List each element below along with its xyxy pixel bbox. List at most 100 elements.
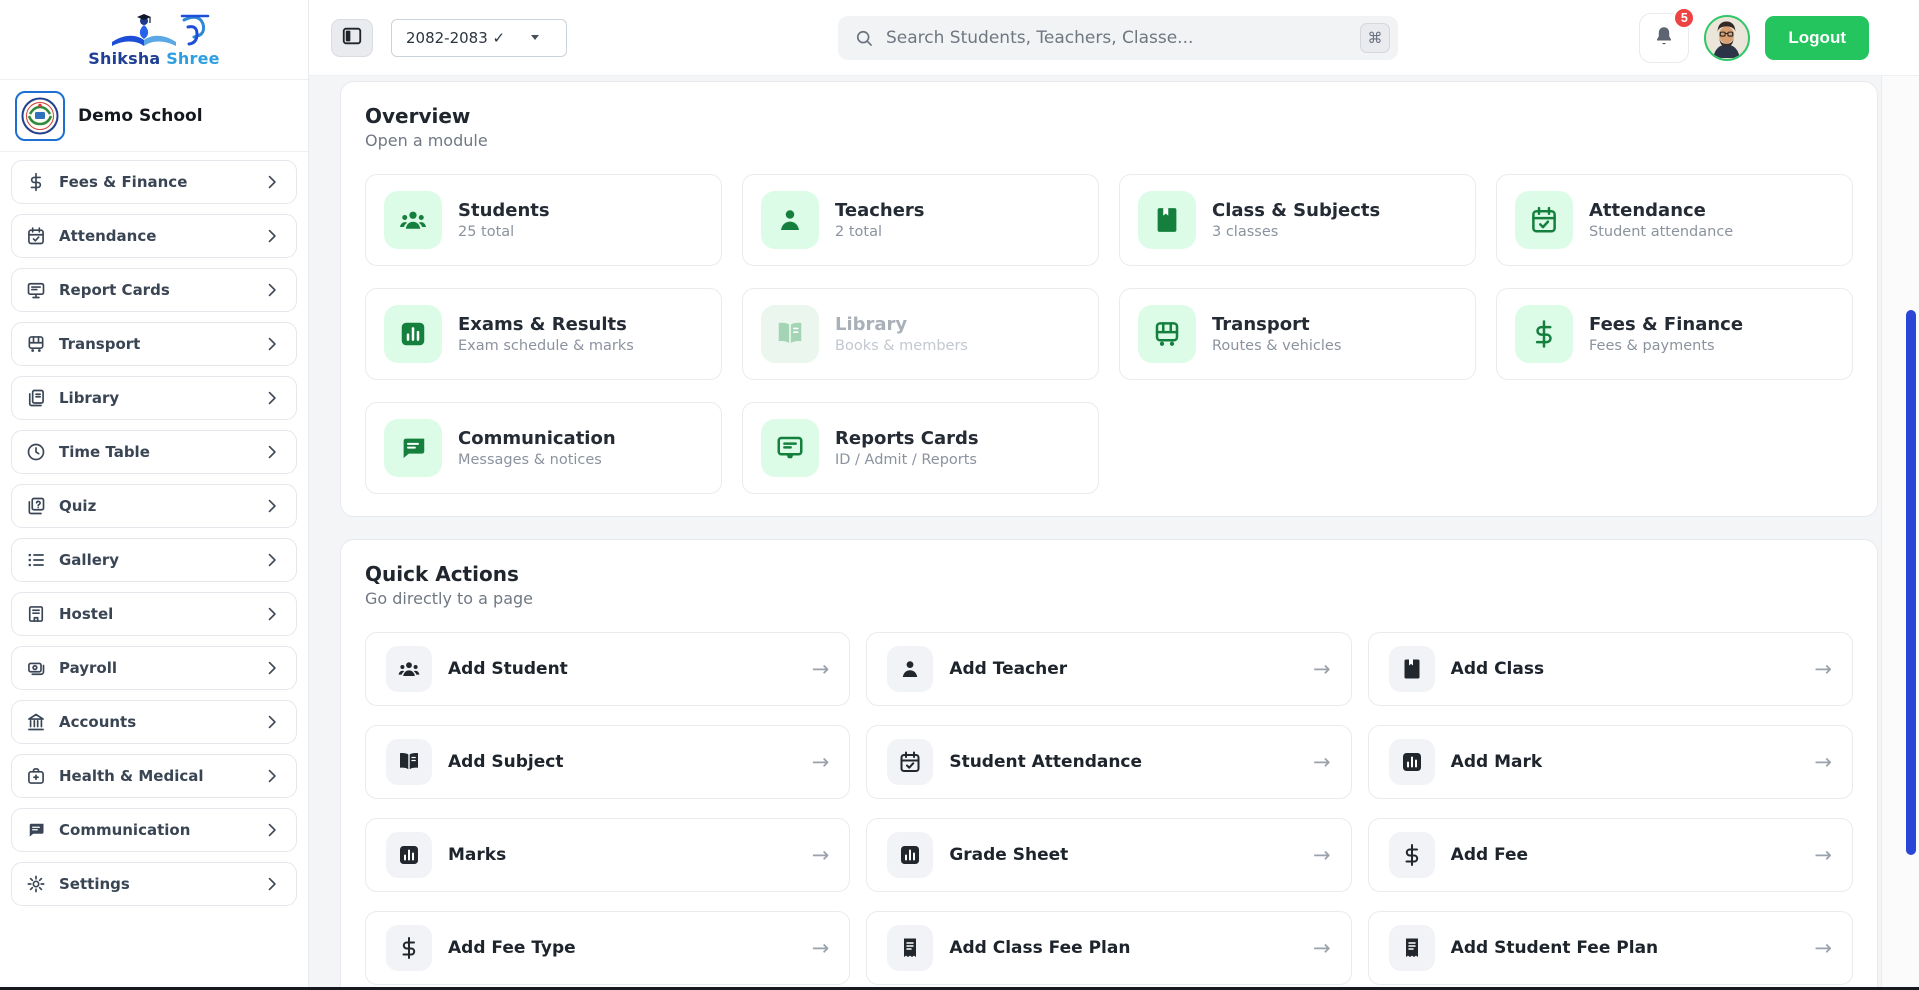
scrollbar-track[interactable] [1881, 76, 1919, 987]
sidebar-toggle-button[interactable] [331, 19, 373, 57]
quick-action-add-subject[interactable]: Add Subject→ [365, 725, 850, 799]
quick-action-label: Add Fee [1451, 845, 1528, 865]
library-icon [26, 388, 46, 408]
chevron-right-icon [262, 820, 282, 840]
brand-name-secondary: Shree [166, 49, 220, 68]
card-icon-tile [761, 191, 819, 249]
quick-action-add-fee[interactable]: Add Fee→ [1368, 818, 1853, 892]
arrow-right-icon: → [1814, 659, 1832, 680]
sidebar-item-quiz[interactable]: Quiz [11, 484, 297, 528]
chevron-right-icon [262, 874, 282, 894]
sidebar-item-hostel[interactable]: Hostel [11, 592, 297, 636]
quick-action-icon-tile [386, 739, 432, 785]
sidebar-item-label: Communication [59, 821, 190, 839]
open-book-icon [775, 319, 805, 349]
calendar-check-icon [1529, 205, 1559, 235]
notifications-button[interactable]: 5 [1639, 13, 1689, 63]
panel-left-icon [341, 25, 363, 47]
chevron-right-icon [262, 496, 282, 516]
session-select-value: 2082-2083 ✓ [406, 29, 505, 47]
card-subtitle: 25 total [458, 224, 550, 240]
overview-card-class-subjects[interactable]: Class & Subjects3 classes [1119, 174, 1476, 266]
chevron-right-icon [262, 172, 282, 192]
message-icon [398, 433, 428, 463]
overview-card-transport[interactable]: TransportRoutes & vehicles [1119, 288, 1476, 380]
chevron-right-icon [262, 226, 282, 246]
chevron-right-icon [262, 658, 282, 678]
quick-action-add-student-fee-plan[interactable]: Add Student Fee Plan→ [1368, 911, 1853, 985]
quick-action-label: Add Student Fee Plan [1451, 938, 1659, 958]
overview-panel: Overview Open a module Students25 totalT… [340, 81, 1878, 517]
quick-action-icon-tile [386, 646, 432, 692]
sidebar-item-communication[interactable]: Communication [11, 808, 297, 852]
overview-card-attendance[interactable]: AttendanceStudent attendance [1496, 174, 1853, 266]
sidebar-item-fees-finance[interactable]: Fees & Finance [11, 160, 297, 204]
quick-action-add-class-fee-plan[interactable]: Add Class Fee Plan→ [866, 911, 1351, 985]
receipt-icon [1400, 936, 1424, 960]
chevron-right-icon [262, 658, 282, 678]
card-text: LibraryBooks & members [835, 314, 968, 354]
overview-card-exams-results[interactable]: Exams & ResultsExam schedule & marks [365, 288, 722, 380]
quick-action-student-attendance[interactable]: Student Attendance→ [866, 725, 1351, 799]
sidebar-item-library[interactable]: Library [11, 376, 297, 420]
card-title: Attendance [1589, 200, 1733, 221]
id-card-icon [775, 433, 805, 463]
quick-action-add-mark[interactable]: Add Mark→ [1368, 725, 1853, 799]
search-bar[interactable]: Search Students, Teachers, Classe... ⌘ [838, 16, 1398, 60]
sidebar-item-report-cards[interactable]: Report Cards [11, 268, 297, 312]
overview-card-teachers[interactable]: Teachers2 total [742, 174, 1099, 266]
user-avatar[interactable] [1704, 15, 1750, 61]
quick-action-marks[interactable]: Marks→ [365, 818, 850, 892]
brand-logo-graphic [84, 12, 224, 50]
scrollbar-thumb[interactable] [1906, 310, 1916, 855]
card-title: Fees & Finance [1589, 314, 1743, 335]
quick-action-add-teacher[interactable]: Add Teacher→ [866, 632, 1351, 706]
chevron-right-icon [262, 712, 282, 732]
card-subtitle: Routes & vehicles [1212, 338, 1341, 354]
chart-icon [1400, 750, 1424, 774]
quick-action-label: Grade Sheet [949, 845, 1068, 865]
card-text: CommunicationMessages & notices [458, 428, 616, 468]
overview-card-reports-cards[interactable]: Reports CardsID / Admit / Reports [742, 402, 1099, 494]
sidebar-item-label: Report Cards [59, 281, 170, 299]
quick-action-add-student[interactable]: Add Student→ [365, 632, 850, 706]
bell-icon [1652, 24, 1676, 51]
quick-action-label: Add Subject [448, 752, 564, 772]
dollar-icon [26, 172, 46, 192]
sidebar-item-health-medical[interactable]: Health & Medical [11, 754, 297, 798]
user-icon [898, 657, 922, 681]
arrow-right-icon: → [812, 659, 830, 680]
quick-action-icon-tile [1389, 832, 1435, 878]
sidebar-item-time-table[interactable]: Time Table [11, 430, 297, 474]
quick-action-grade-sheet[interactable]: Grade Sheet→ [866, 818, 1351, 892]
sidebar-item-transport[interactable]: Transport [11, 322, 297, 366]
overview-card-fees-finance[interactable]: Fees & FinanceFees & payments [1496, 288, 1853, 380]
sidebar-item-payroll[interactable]: Payroll [11, 646, 297, 690]
logout-button[interactable]: Logout [1765, 16, 1869, 60]
quick-action-add-fee-type[interactable]: Add Fee Type→ [365, 911, 850, 985]
sidebar: Shiksha Shree Demo School Fees & Finance… [0, 0, 309, 990]
chevron-right-icon [262, 442, 282, 462]
school-header[interactable]: Demo School [0, 80, 308, 152]
sidebar-item-settings[interactable]: Settings [11, 862, 297, 906]
quick-action-add-class[interactable]: Add Class→ [1368, 632, 1853, 706]
chevron-right-icon [262, 442, 282, 462]
quick-action-icon-tile [1389, 739, 1435, 785]
card-text: Students25 total [458, 200, 550, 240]
sidebar-item-attendance[interactable]: Attendance [11, 214, 297, 258]
card-title: Communication [458, 428, 616, 449]
topbar: 2082-2083 ✓ Search Students, Teachers, C… [309, 0, 1919, 76]
quick-action-label: Student Attendance [949, 752, 1142, 772]
session-select[interactable]: 2082-2083 ✓ [391, 19, 567, 57]
users-icon [398, 205, 428, 235]
sidebar-item-gallery[interactable]: Gallery [11, 538, 297, 582]
overview-card-students[interactable]: Students25 total [365, 174, 722, 266]
overview-card-communication[interactable]: CommunicationMessages & notices [365, 402, 722, 494]
chart-icon [398, 319, 428, 349]
dollar-icon [397, 936, 421, 960]
dollar-icon [1400, 843, 1424, 867]
card-icon-tile [1138, 305, 1196, 363]
chevron-right-icon [262, 226, 282, 246]
card-title: Exams & Results [458, 314, 634, 335]
sidebar-item-accounts[interactable]: Accounts [11, 700, 297, 744]
